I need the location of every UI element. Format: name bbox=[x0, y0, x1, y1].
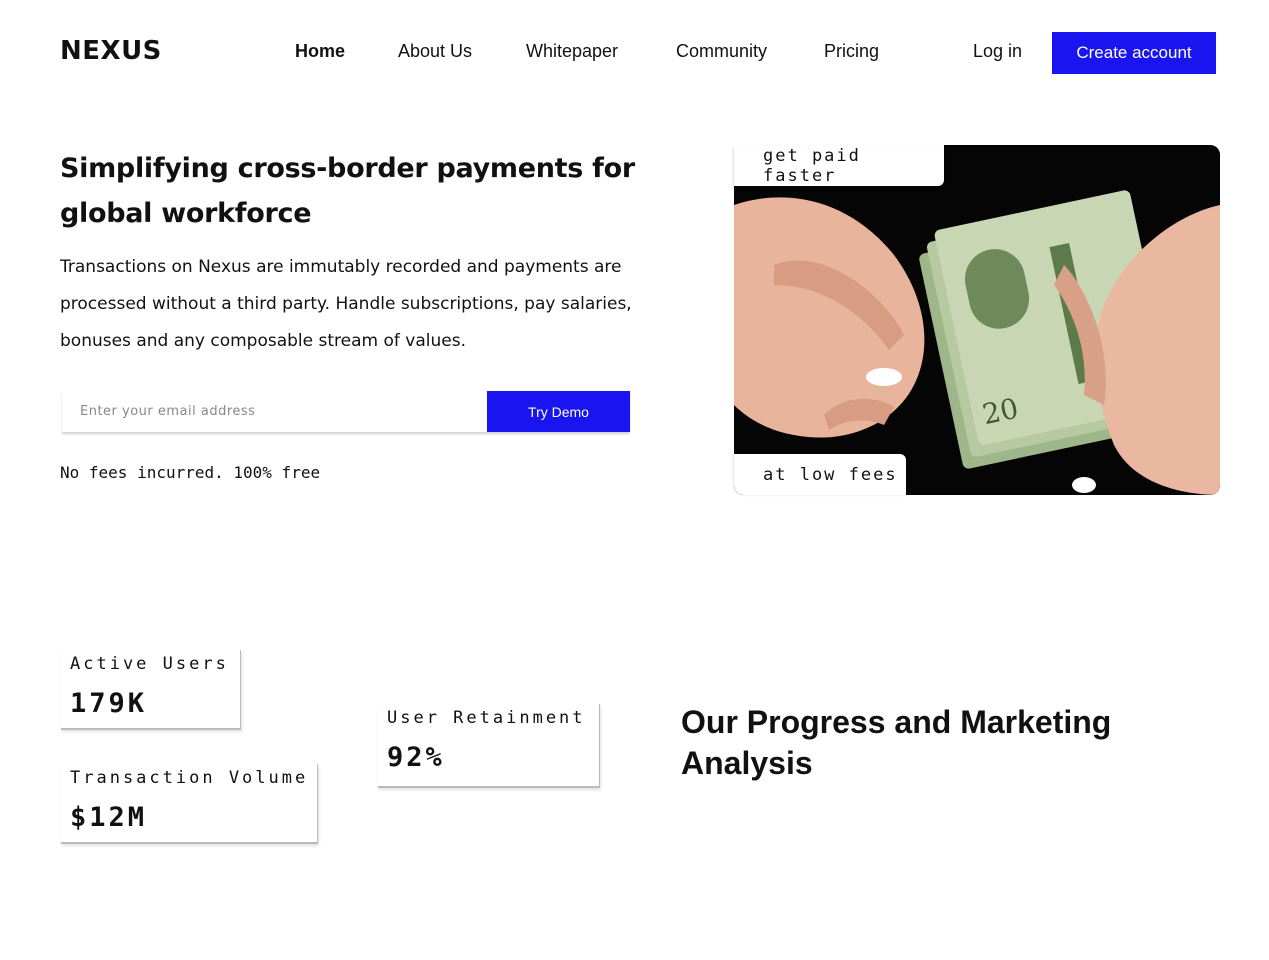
create-account-button[interactable]: Create account bbox=[1052, 32, 1216, 74]
free-note: No fees incurred. 100% free bbox=[60, 463, 321, 482]
stat-value: 179K bbox=[70, 688, 148, 719]
demo-signup-form: Try Demo bbox=[62, 391, 630, 432]
nav-item-about-us[interactable]: About Us bbox=[398, 41, 472, 62]
stat-label: Active Users bbox=[70, 654, 229, 674]
nexus-logo[interactable]: NEXUS bbox=[60, 36, 162, 66]
stat-card-transaction-volume: Transaction Volume $12M bbox=[61, 764, 318, 844]
hero-title: Simplifying cross-border payments for gl… bbox=[60, 153, 635, 229]
email-input[interactable] bbox=[62, 391, 487, 432]
try-demo-button[interactable]: Try Demo bbox=[487, 391, 630, 432]
nav-item-whitepaper[interactable]: Whitepaper bbox=[526, 41, 618, 62]
stat-value: 92% bbox=[387, 742, 445, 773]
nav-item-home[interactable]: Home bbox=[295, 41, 345, 62]
nav-item-pricing[interactable]: Pricing bbox=[824, 41, 879, 62]
stat-label: Transaction Volume bbox=[70, 768, 309, 788]
stat-label: User Retainment bbox=[387, 708, 586, 728]
hero-image-money-hands: 20 20 bbox=[734, 145, 1220, 495]
stat-card-user-retention: User Retainment 92% bbox=[378, 704, 600, 788]
stat-card-active-users: Active Users 179K bbox=[61, 650, 241, 730]
hero-description: Transactions on Nexus are immutably reco… bbox=[60, 257, 632, 351]
nav-item-community[interactable]: Community bbox=[676, 41, 767, 62]
image-tag-low-fees: at low fees bbox=[734, 454, 906, 495]
login-link[interactable]: Log in bbox=[973, 41, 1022, 62]
progress-section-title: Our Progress and Marketing Analysis bbox=[681, 704, 1112, 781]
stat-value: $12M bbox=[70, 802, 148, 833]
image-tag-get-paid-faster: get paid faster bbox=[734, 145, 944, 186]
